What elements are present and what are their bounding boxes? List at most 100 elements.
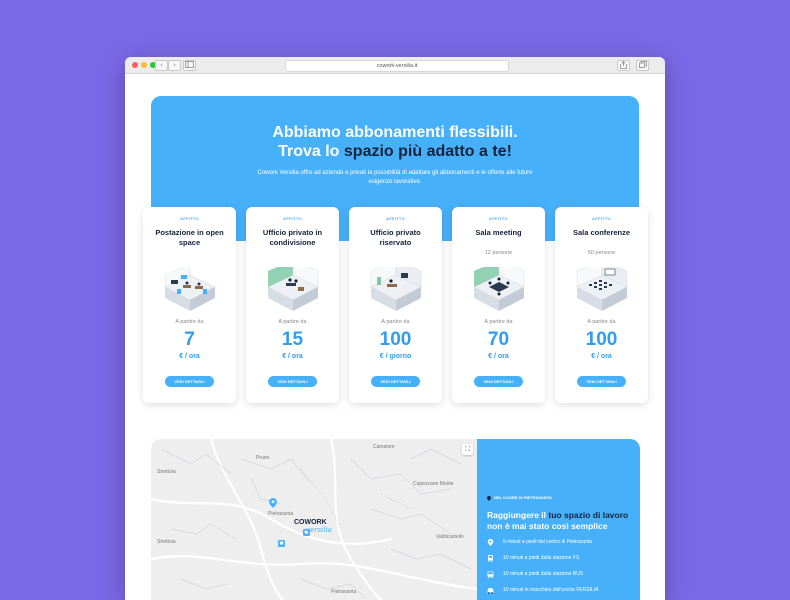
minimize-window-button[interactable]	[141, 62, 147, 68]
card-price: 100	[379, 329, 412, 350]
conference-room-illustration-icon	[576, 267, 628, 311]
card-price-unit: € / ora	[488, 353, 509, 360]
sidebar-icon	[185, 61, 194, 68]
pricing-card-private-office: AFFITTO Ufficio privato riservato A part…	[349, 207, 442, 403]
card-from-label: A partire da	[587, 319, 616, 325]
forward-button[interactable]: ›	[168, 60, 181, 71]
location-info-panel: NEL CUORE DI PIETRASANTA Raggiungere il …	[477, 439, 640, 600]
location-title-part2: non è mai stato così semplice	[487, 521, 608, 531]
card-subtitle: 12 persone	[484, 250, 513, 256]
location-item: 10 minuti a piedi dalla stazione FS	[487, 554, 637, 564]
close-window-button[interactable]	[132, 62, 138, 68]
location-item-text: 10 minuti in macchina dall'uscita VERSIL…	[503, 587, 599, 593]
map-label: Strettoia	[157, 469, 176, 475]
location-item: 5 minuti a piedi dal centro di Pietrasan…	[487, 538, 637, 548]
card-price-unit: € / ora	[179, 353, 200, 360]
card-price: 100	[585, 329, 618, 350]
card-from-label: A partire da	[484, 319, 513, 325]
card-price-unit: € / giorno	[379, 353, 412, 360]
card-price: 15	[281, 329, 304, 350]
hero-subtitle: Cowork Versilia offre ad aziende e priva…	[257, 170, 533, 185]
pricing-card-shared-office: AFFITTO Ufficio privato in condivisione …	[246, 207, 339, 403]
card-title: Postazione in open space	[155, 228, 224, 247]
card-price: 70	[487, 329, 510, 350]
bus-station-icon[interactable]	[278, 540, 285, 547]
card-price: 7	[184, 329, 195, 350]
brand-logo: COWORK versilia	[294, 519, 340, 534]
location-item-text: 10 minuti a piedi dalla stazione BUS	[503, 571, 584, 577]
hero-title-line2: Trova lo spazio più adatto a te!	[151, 142, 639, 161]
fullscreen-icon: ⛶	[465, 445, 470, 453]
hero-title-line2-part1: Trova lo	[278, 143, 344, 160]
view-details-button[interactable]: VEDI DETTAGLI	[474, 376, 523, 387]
page-content: Abbiamo abbonamenti flessibili. Trova lo…	[125, 74, 665, 600]
view-details-button[interactable]: VEDI DETTAGLI	[371, 376, 420, 387]
hero-title-highlight: spazio più adatto a te!	[343, 143, 512, 160]
forward-icon: ›	[173, 61, 176, 69]
hero-title-line1: Abbiamo abbonamenti flessibili.	[272, 124, 518, 141]
map-pin-icon[interactable]	[269, 498, 277, 508]
map-label: Pietrasanta	[331, 589, 357, 595]
location-item-text: 10 minuti a piedi dalla stazione FS	[503, 555, 580, 561]
url-text: cowork-versilia.it	[376, 63, 418, 69]
meeting-room-illustration-icon	[473, 267, 525, 311]
location-title-part1: Raggiungere il	[487, 510, 549, 520]
map-label: Capezzano Monte	[413, 481, 454, 487]
card-title: Sala conferenze	[572, 228, 631, 237]
share-icon	[620, 60, 627, 69]
location-title-highlight: tuo spazio di lavoro	[548, 510, 629, 520]
car-icon	[487, 588, 494, 594]
shared-office-illustration-icon	[267, 267, 319, 311]
sidebar-toggle-button[interactable]	[183, 60, 196, 71]
card-from-label: A partire da	[175, 319, 204, 325]
view-details-button[interactable]: VEDI DETTAGLI	[577, 376, 626, 387]
location-tag: NEL CUORE DI PIETRASANTA	[494, 495, 552, 500]
map-label: Valdicastello	[436, 534, 464, 540]
card-title: Sala meeting	[475, 228, 522, 237]
browser-toolbar: ‹ › cowork-versilia.it	[125, 57, 665, 74]
map-pin-icon	[487, 539, 494, 546]
card-subtitle: 50 persone	[587, 250, 616, 256]
map-label: Pruno	[256, 455, 270, 461]
location-title: Raggiungere il tuo spazio di lavoro non …	[487, 510, 637, 532]
map-label: Strettoia	[157, 539, 176, 545]
view-details-button[interactable]: VEDI DETTAGLI	[165, 376, 214, 387]
location-tag-icon	[487, 496, 491, 501]
map-label: Pietrasanta	[268, 511, 294, 517]
card-from-label: A partire da	[381, 319, 410, 325]
fullscreen-button[interactable]: ⛶	[462, 444, 473, 455]
card-price-unit: € / ora	[282, 353, 303, 360]
location-map[interactable]: Camaiore Pietrasanta Capezzano Monte Pru…	[151, 439, 477, 600]
card-tag: AFFITTO	[489, 216, 508, 221]
card-tag: AFFITTO	[386, 216, 405, 221]
address-bar[interactable]: cowork-versilia.it	[285, 60, 509, 72]
bus-icon	[487, 571, 494, 578]
pricing-card-conference-room: AFFITTO Sala conferenze 50 persone A par…	[555, 207, 648, 403]
card-tag: AFFITTO	[283, 216, 302, 221]
card-tag: AFFITTO	[180, 216, 199, 221]
tabs-icon	[638, 61, 647, 68]
location-item-text: 5 minuti a piedi dal centro di Pietrasan…	[503, 539, 592, 545]
location-item: 10 minuti in macchina dall'uscita VERSIL…	[487, 586, 637, 596]
back-icon: ‹	[160, 61, 163, 69]
hero-title: Abbiamo abbonamenti flessibili. Trova lo…	[151, 123, 639, 161]
card-title: Ufficio privato riservato	[370, 228, 421, 247]
view-details-button[interactable]: VEDI DETTAGLI	[268, 376, 317, 387]
brand-logo-line2: versilia	[306, 526, 332, 534]
card-from-label: A partire da	[278, 319, 307, 325]
pricing-card-meeting-room: AFFITTO Sala meeting 12 persone A partir…	[452, 207, 545, 403]
card-price-unit: € / ora	[591, 353, 612, 360]
private-office-illustration-icon	[370, 267, 422, 311]
brand-logo-line1: COWORK	[294, 519, 327, 526]
share-button[interactable]	[617, 60, 630, 71]
card-title: Ufficio privato in condivisione	[262, 228, 323, 247]
card-tag: AFFITTO	[592, 216, 611, 221]
open-space-illustration-icon	[164, 267, 216, 311]
train-icon	[488, 555, 493, 562]
pricing-card-open-space: AFFITTO Postazione in open space A parti…	[143, 207, 236, 403]
tabs-button[interactable]	[636, 60, 649, 71]
map-label: Camaiore	[373, 444, 395, 450]
back-button[interactable]: ‹	[155, 60, 168, 71]
browser-window: ‹ › cowork-versilia.it Abbiamo abbonamen…	[125, 57, 665, 600]
location-item: 10 minuti a piedi dalla stazione BUS	[487, 570, 637, 580]
